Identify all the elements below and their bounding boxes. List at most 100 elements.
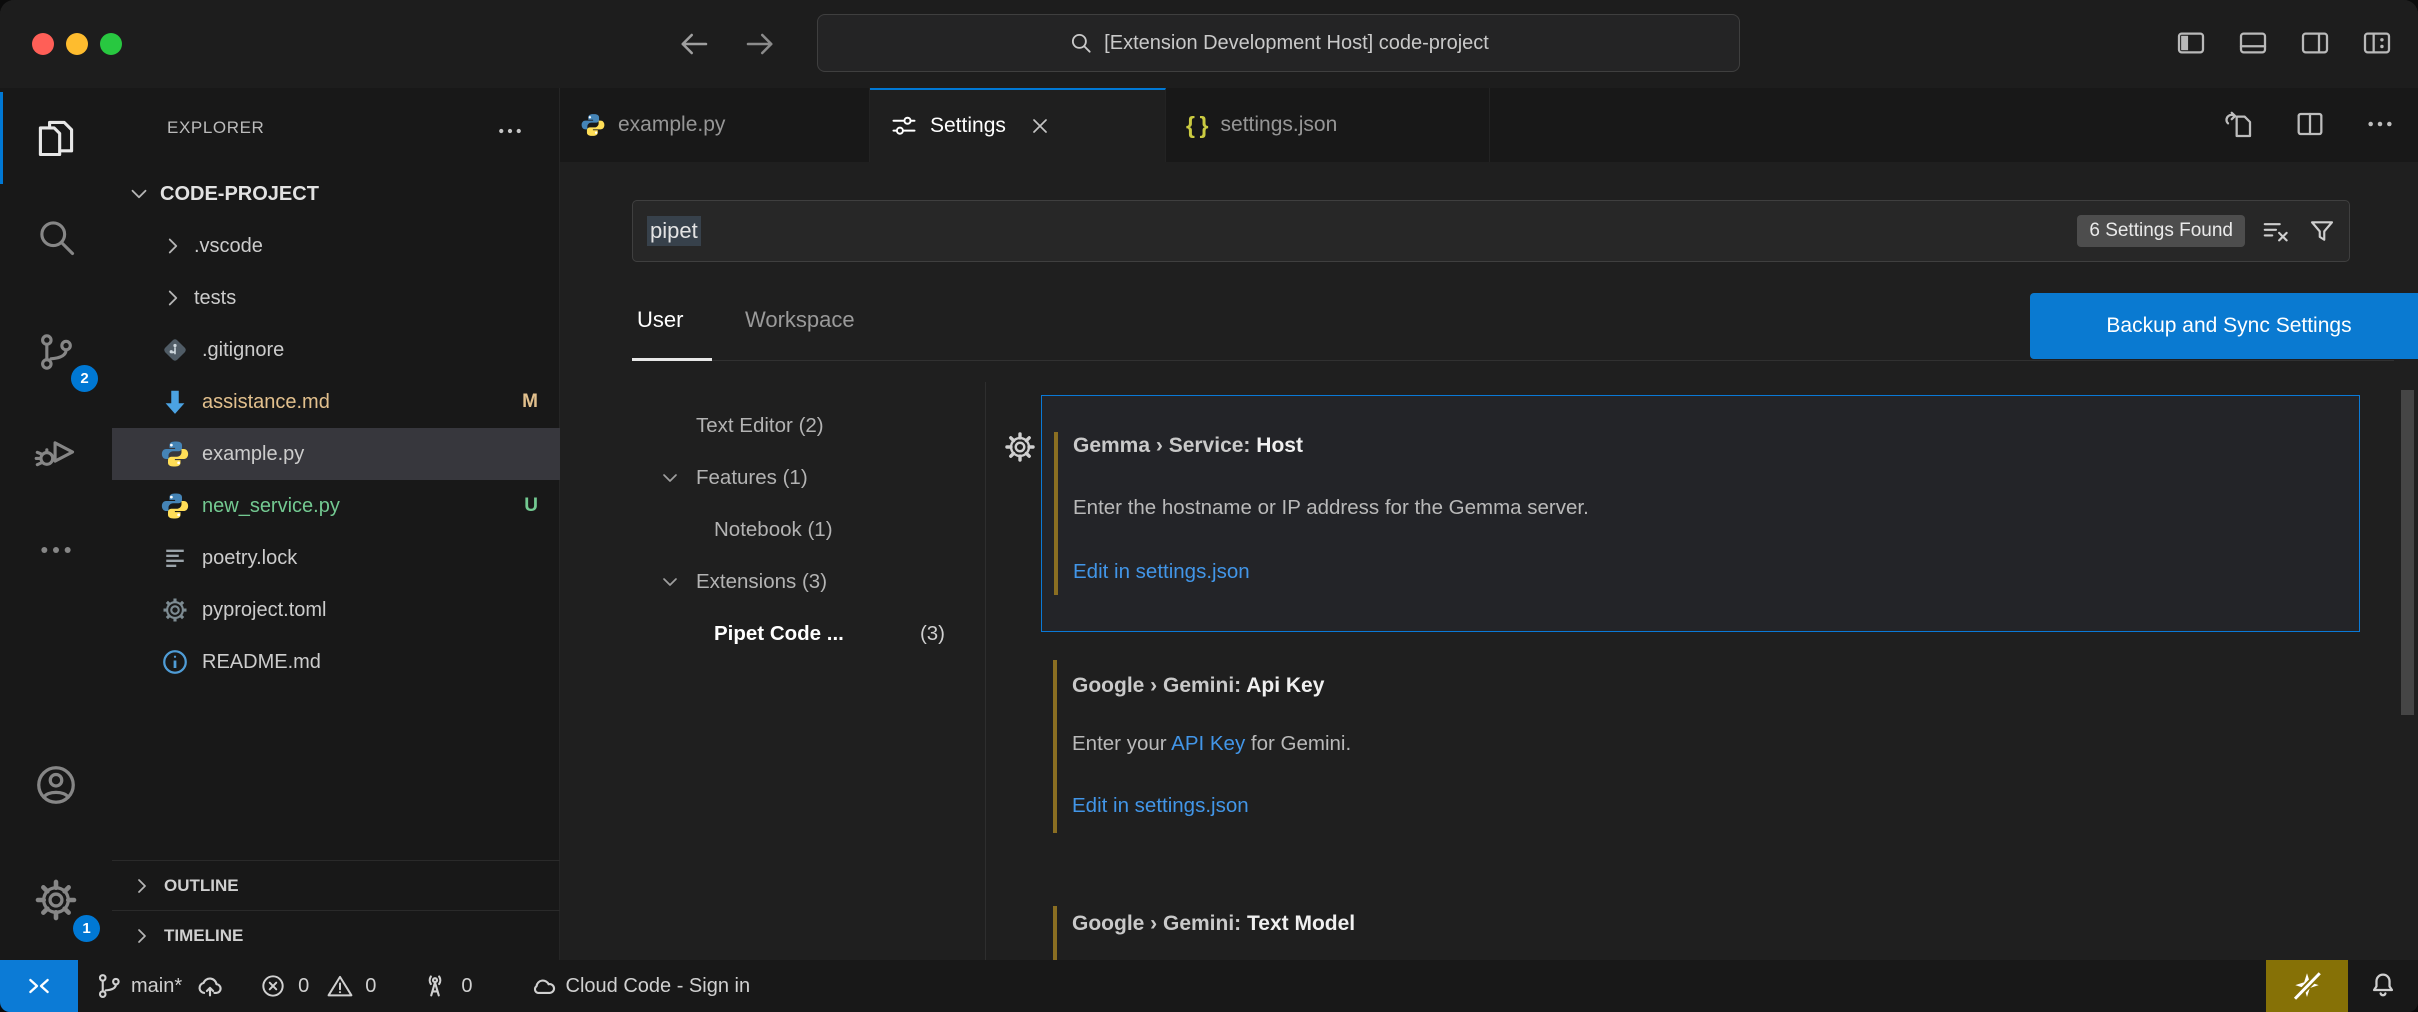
root-folder-label: CODE-PROJECT bbox=[160, 183, 319, 206]
toc-item-extensions[interactable]: Extensions (3) bbox=[560, 556, 985, 608]
timeline-section-header[interactable]: TIMELINE bbox=[112, 910, 560, 960]
json-braces-icon: { } bbox=[1186, 112, 1209, 139]
source-control-view-icon[interactable]: 2 bbox=[0, 302, 112, 402]
settings-scrollbar[interactable] bbox=[2401, 390, 2414, 715]
toc-divider bbox=[985, 382, 986, 960]
problems-status[interactable]: 0 0 bbox=[259, 972, 376, 1000]
setting-description: Enter the hostname or IP address for the… bbox=[1073, 496, 2339, 520]
edit-in-settings-json-link[interactable]: Edit in settings.json bbox=[1073, 560, 2339, 584]
tree-item-tests[interactable]: tests bbox=[112, 272, 560, 324]
manage-gear-icon[interactable]: 1 bbox=[0, 850, 112, 950]
chevron-down-icon bbox=[658, 466, 682, 490]
tab-example-py[interactable]: example.py bbox=[560, 88, 870, 162]
toc-item-features[interactable]: Features (1) bbox=[560, 452, 985, 504]
cloud-code-status[interactable]: Cloud Code - Sign in bbox=[529, 971, 751, 1001]
vscode-window: [Extension Development Host] code-projec… bbox=[0, 0, 2418, 1012]
settings-search-input[interactable]: pipet 6 Settings Found bbox=[632, 200, 2350, 262]
file-label: assistance.md bbox=[202, 391, 330, 414]
run-debug-view-icon[interactable] bbox=[0, 402, 112, 502]
tab-label: example.py bbox=[618, 113, 725, 137]
manage-badge: 1 bbox=[73, 915, 100, 942]
minimize-window-button[interactable] bbox=[66, 33, 88, 55]
scope-tab-user[interactable]: User bbox=[637, 307, 683, 333]
git-branch-status[interactable]: main* bbox=[94, 971, 225, 1001]
setting-row-gemma-service-host[interactable]: Gemma › Service: Host Enter the hostname… bbox=[1041, 395, 2360, 632]
code-assist-spark-slash-button[interactable] bbox=[2266, 960, 2348, 1012]
toggle-secondary-sidebar-icon[interactable] bbox=[2298, 26, 2332, 60]
ports-status[interactable]: 0 bbox=[420, 971, 472, 1001]
edit-in-settings-json-link[interactable]: Edit in settings.json bbox=[1072, 794, 2340, 818]
api-key-link[interactable]: API Key bbox=[1171, 732, 1245, 755]
setting-row-google-gemini-api-key[interactable]: Google › Gemini: Api Key Enter your API … bbox=[1041, 645, 2360, 856]
close-tab-icon[interactable] bbox=[1028, 114, 1052, 138]
explorer-more-actions-icon[interactable] bbox=[495, 116, 525, 146]
setting-name: Text Model bbox=[1247, 912, 1355, 935]
open-settings-json-icon[interactable] bbox=[2224, 108, 2256, 140]
filter-settings-icon[interactable] bbox=[2307, 216, 2337, 246]
timeline-label: TIMELINE bbox=[164, 926, 243, 946]
notifications-bell-icon[interactable] bbox=[2348, 960, 2418, 1012]
setting-actions-gear-icon[interactable] bbox=[1003, 430, 1037, 464]
setting-row-google-gemini-text-model[interactable]: Google › Gemini: Text Model bbox=[1041, 902, 2360, 960]
tree-item-assistance-md[interactable]: assistance.md M bbox=[112, 376, 560, 428]
close-window-button[interactable] bbox=[32, 33, 54, 55]
tab-label: Settings bbox=[930, 114, 1006, 138]
chevron-right-icon bbox=[160, 285, 186, 311]
python-file-icon bbox=[580, 112, 606, 138]
git-branch-icon bbox=[94, 971, 124, 1001]
tree-item-gitignore[interactable]: .gitignore bbox=[112, 324, 560, 376]
modified-setting-indicator bbox=[1054, 432, 1058, 595]
tree-item-new-service-py[interactable]: new_service.py U bbox=[112, 480, 560, 532]
python-file-icon bbox=[160, 439, 190, 469]
ports-count: 0 bbox=[461, 975, 472, 998]
scope-tab-workspace[interactable]: Workspace bbox=[745, 307, 855, 333]
explorer-sidebar: EXPLORER CODE-PROJECT .vscode bbox=[112, 88, 560, 960]
outline-section-header[interactable]: OUTLINE bbox=[112, 860, 560, 910]
file-label: poetry.lock bbox=[202, 547, 297, 570]
toc-label: Notebook bbox=[714, 518, 802, 542]
tree-item-vscode[interactable]: .vscode bbox=[112, 220, 560, 272]
file-label: README.md bbox=[202, 651, 321, 674]
warnings-count: 0 bbox=[365, 975, 376, 998]
toggle-primary-sidebar-icon[interactable] bbox=[2174, 26, 2208, 60]
zoom-window-button[interactable] bbox=[100, 33, 122, 55]
modified-setting-indicator bbox=[1053, 660, 1057, 833]
accounts-icon[interactable] bbox=[0, 735, 112, 835]
toc-label: Pipet Code ... bbox=[714, 622, 844, 646]
split-editor-icon[interactable] bbox=[2294, 108, 2326, 140]
tab-settings-json[interactable]: { } settings.json bbox=[1166, 88, 1490, 162]
tree-root-code-project[interactable]: CODE-PROJECT bbox=[112, 168, 560, 220]
toc-item-notebook[interactable]: Notebook (1) bbox=[560, 504, 985, 556]
toc-item-pipet-code[interactable]: Pipet Code ... (3) bbox=[560, 608, 985, 660]
modified-setting-indicator bbox=[1053, 906, 1057, 960]
python-file-icon bbox=[160, 491, 190, 521]
workbench: 2 1 bbox=[0, 88, 2418, 960]
remote-indicator[interactable] bbox=[0, 960, 78, 1012]
search-view-icon[interactable] bbox=[0, 187, 112, 287]
tab-settings[interactable]: Settings bbox=[870, 88, 1166, 162]
navigate-forward-icon[interactable] bbox=[742, 26, 778, 62]
more-views-icon[interactable] bbox=[0, 500, 112, 600]
command-center[interactable]: [Extension Development Host] code-projec… bbox=[817, 14, 1740, 72]
backup-sync-settings-button[interactable]: Backup and Sync Settings bbox=[2030, 293, 2418, 359]
outline-label: OUTLINE bbox=[164, 876, 239, 896]
tree-item-pyproject-toml[interactable]: pyproject.toml bbox=[112, 584, 560, 636]
chevron-right-icon bbox=[130, 924, 154, 948]
setting-category: Gemma › Service: bbox=[1073, 434, 1250, 457]
setting-description: Enter your bbox=[1072, 732, 1171, 755]
toc-label: Text Editor bbox=[696, 414, 793, 438]
settings-scope-bar: User Workspace Backup and Sync Settings bbox=[632, 293, 2394, 361]
tree-item-poetry-lock[interactable]: poetry.lock bbox=[112, 532, 560, 584]
radio-tower-icon bbox=[420, 971, 450, 1001]
status-bar: main* 0 0 bbox=[0, 960, 2418, 1012]
toggle-panel-icon[interactable] bbox=[2236, 26, 2270, 60]
customize-layout-icon[interactable] bbox=[2360, 26, 2394, 60]
toc-item-text-editor[interactable]: Text Editor (2) bbox=[560, 400, 985, 452]
clear-settings-search-icon[interactable] bbox=[2261, 216, 2291, 246]
toc-label: Extensions bbox=[696, 570, 796, 594]
tree-item-readme-md[interactable]: README.md bbox=[112, 636, 560, 688]
explorer-view-icon[interactable] bbox=[0, 88, 112, 188]
tree-item-example-py[interactable]: example.py bbox=[112, 428, 560, 480]
editor-more-actions-icon[interactable] bbox=[2364, 108, 2396, 140]
navigate-back-icon[interactable] bbox=[676, 26, 712, 62]
